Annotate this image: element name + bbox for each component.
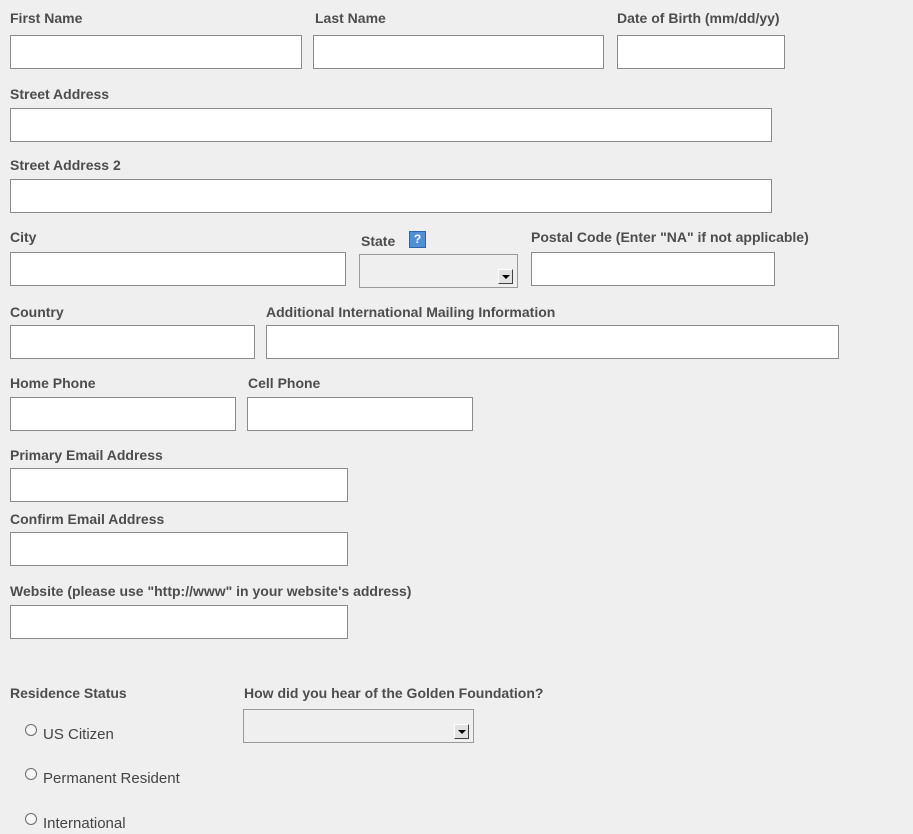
chevron-down-icon[interactable] <box>454 724 469 739</box>
referral-select[interactable] <box>243 709 474 743</box>
state-select[interactable] <box>359 254 518 288</box>
radio-international[interactable]: International <box>25 812 126 833</box>
last-name-input[interactable] <box>313 35 604 69</box>
chevron-down-icon[interactable] <box>498 269 513 284</box>
website-input[interactable] <box>10 605 348 639</box>
street-address-2-input[interactable] <box>10 179 772 213</box>
residence-status-label: Residence Status <box>10 685 127 701</box>
radio-permanent-resident[interactable]: Permanent Resident <box>25 767 180 788</box>
first-name-label: First Name <box>10 10 83 26</box>
radio-permanent-resident-label: Permanent Resident <box>43 770 180 787</box>
cell-phone-input[interactable] <box>247 397 473 431</box>
street-address-label: Street Address <box>10 86 110 102</box>
radio-us-citizen[interactable]: US Citizen <box>25 723 114 744</box>
primary-email-label: Primary Email Address <box>10 447 163 463</box>
country-input[interactable] <box>10 325 255 359</box>
intl-mailing-label: Additional International Mailing Informa… <box>266 304 556 320</box>
primary-email-input[interactable] <box>10 468 348 502</box>
radio-button[interactable] <box>25 768 37 780</box>
help-icon[interactable]: ? <box>409 231 426 248</box>
website-label: Website (please use "http://www" in your… <box>10 583 412 599</box>
dob-input[interactable] <box>617 35 785 69</box>
radio-international-label: International <box>43 815 126 832</box>
postal-code-input[interactable] <box>531 252 775 286</box>
postal-code-label: Postal Code (Enter "NA" if not applicabl… <box>531 229 809 245</box>
street-address-2-label: Street Address 2 <box>10 157 121 173</box>
confirm-email-label: Confirm Email Address <box>10 511 165 527</box>
home-phone-input[interactable] <box>10 397 236 431</box>
intl-mailing-input[interactable] <box>266 325 839 359</box>
city-label: City <box>10 229 37 245</box>
dob-label: Date of Birth (mm/dd/yy) <box>617 10 780 26</box>
state-label: State <box>361 233 396 249</box>
country-label: Country <box>10 304 64 320</box>
last-name-label: Last Name <box>315 10 386 26</box>
home-phone-label: Home Phone <box>10 375 96 391</box>
street-address-input[interactable] <box>10 108 772 142</box>
confirm-email-input[interactable] <box>10 532 348 566</box>
city-input[interactable] <box>10 252 346 286</box>
cell-phone-label: Cell Phone <box>248 375 321 391</box>
first-name-input[interactable] <box>10 35 302 69</box>
radio-button[interactable] <box>25 813 37 825</box>
radio-button[interactable] <box>25 724 37 736</box>
radio-us-citizen-label: US Citizen <box>43 726 114 743</box>
referral-label: How did you hear of the Golden Foundatio… <box>244 685 544 701</box>
